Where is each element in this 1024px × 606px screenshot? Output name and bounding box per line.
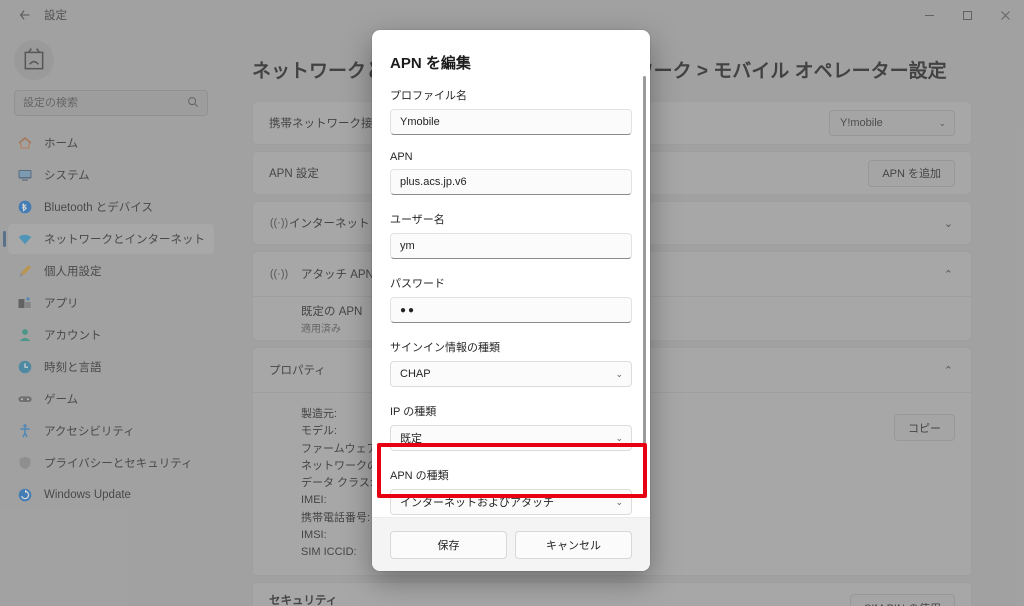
field-label: APN の種類 — [390, 470, 449, 482]
profile-name-input[interactable]: Ymobile — [390, 109, 632, 135]
signin-info-type-select[interactable]: CHAP ⌄ — [390, 361, 632, 387]
field-label: ユーザー名 — [390, 214, 445, 226]
field-ip-type: IP の種類 既定 ⌄ — [390, 403, 632, 451]
field-signin-info-type: サインイン情報の種類 CHAP ⌄ — [390, 339, 632, 387]
chevron-down-icon: ⌄ — [615, 432, 623, 443]
dialog-scrollbar-thumb[interactable] — [643, 76, 646, 446]
field-username: ユーザー名 ym — [390, 211, 632, 259]
dialog-title: APN を編集 — [390, 55, 471, 72]
save-button[interactable]: 保存 — [390, 530, 507, 559]
edit-apn-dialog: APN を編集 プロファイル名 Ymobile APN plus.acs.jp.… — [372, 30, 650, 571]
apn-type-select[interactable]: インターネットおよびアタッチ ⌄ — [390, 489, 632, 515]
select-value: インターネットおよびアタッチ — [400, 497, 554, 509]
dialog-scroll-area: APN を編集 プロファイル名 Ymobile APN plus.acs.jp.… — [372, 30, 650, 517]
field-apn: APN plus.acs.jp.v6 — [390, 151, 632, 195]
field-password: パスワード ●● — [390, 275, 632, 323]
password-input[interactable]: ●● — [390, 297, 632, 323]
dialog-footer: 保存 キャンセル — [372, 517, 650, 571]
field-label: パスワード — [390, 278, 445, 290]
field-label: IP の種類 — [390, 406, 437, 418]
apn-input[interactable]: plus.acs.jp.v6 — [390, 169, 632, 195]
dialog-scrollbar[interactable] — [643, 76, 646, 476]
field-apn-type: APN の種類 インターネットおよびアタッチ ⌄ — [390, 467, 632, 515]
field-label: サインイン情報の種類 — [390, 342, 500, 354]
field-label: APN — [390, 151, 413, 163]
username-input[interactable]: ym — [390, 233, 632, 259]
field-label: プロファイル名 — [390, 90, 467, 102]
chevron-down-icon: ⌄ — [615, 368, 623, 379]
chevron-down-icon: ⌄ — [615, 496, 623, 507]
select-value: 既定 — [400, 433, 422, 445]
cancel-button[interactable]: キャンセル — [515, 530, 632, 559]
select-value: CHAP — [400, 368, 431, 380]
ip-type-select[interactable]: 既定 ⌄ — [390, 425, 632, 451]
field-profile-name: プロファイル名 Ymobile — [390, 87, 632, 135]
